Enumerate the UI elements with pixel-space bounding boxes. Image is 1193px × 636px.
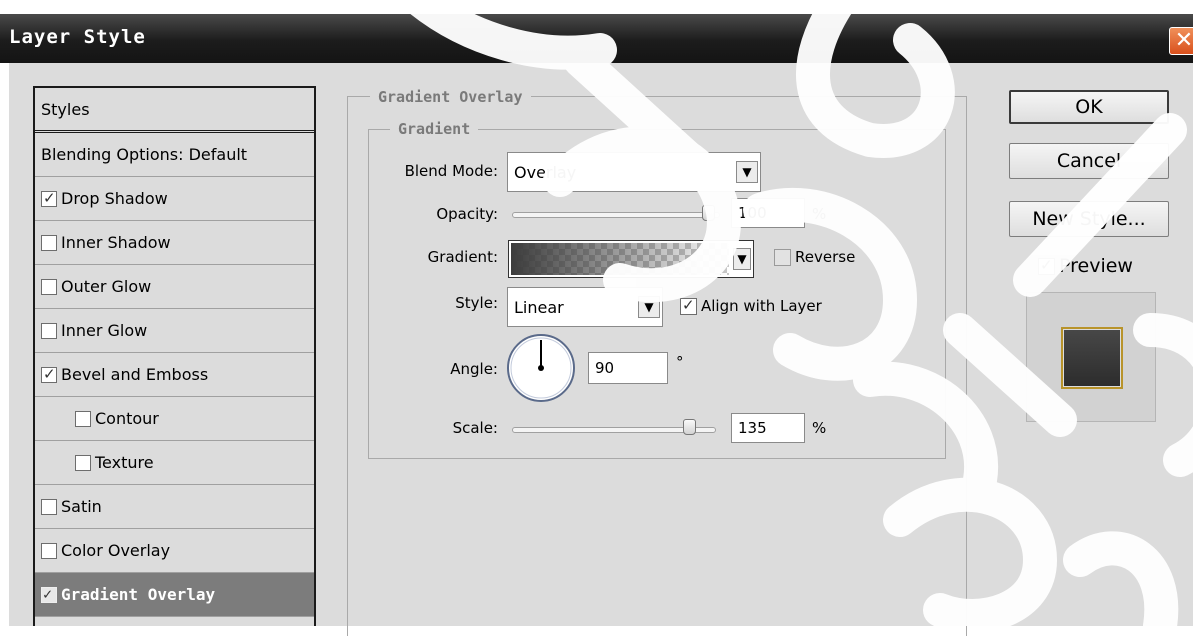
ok-button[interactable]: OK	[1009, 90, 1169, 124]
style-item-styles[interactable]: Styles	[35, 88, 314, 133]
chevron-down-icon[interactable]: ▼	[638, 296, 660, 318]
style-item-label: Color Overlay	[61, 541, 171, 560]
align-with-layer-row[interactable]: Align with Layer	[680, 296, 822, 315]
align-with-layer-label: Align with Layer	[701, 297, 822, 315]
style-item-satin[interactable]: Satin	[35, 485, 314, 529]
style-select[interactable]: Linear ▼	[507, 287, 663, 327]
style-item-drop-shadow[interactable]: Drop Shadow	[35, 177, 314, 221]
opacity-slider-thumb[interactable]	[702, 205, 715, 221]
scale-label: Scale:	[452, 419, 498, 437]
new-style-button[interactable]: New Style...	[1009, 201, 1169, 237]
checkbox-contour[interactable]	[75, 410, 91, 427]
angle-input[interactable]: 90	[588, 352, 668, 384]
checkbox-outer-glow[interactable]	[41, 278, 57, 295]
style-item-label: Gradient Overlay	[61, 585, 216, 604]
opacity-slider-track[interactable]	[512, 212, 720, 218]
chevron-down-icon[interactable]: ▼	[733, 248, 751, 270]
blend-mode-label: Blend Mode:	[404, 162, 498, 180]
style-preview	[1026, 292, 1156, 422]
style-item-inner-shadow[interactable]: Inner Shadow	[35, 221, 314, 265]
style-item-gradient-overlay[interactable]: Gradient Overlay	[35, 573, 314, 617]
checkbox-gradient-overlay[interactable]	[41, 585, 57, 603]
align-with-layer-checkbox[interactable]	[680, 296, 697, 315]
checkbox-bevel-and-emboss[interactable]	[41, 365, 57, 383]
opacity-label: Opacity:	[436, 205, 498, 223]
style-item-outer-glow[interactable]: Outer Glow	[35, 265, 314, 309]
scale-slider-thumb[interactable]	[683, 419, 696, 435]
preview-checkbox[interactable]	[1038, 256, 1055, 275]
blend-mode-select[interactable]: Overlay ▼	[507, 152, 761, 192]
blend-mode-value: Overlay	[514, 162, 577, 182]
style-item-color-overlay[interactable]: Color Overlay	[35, 529, 314, 573]
angle-unit: °	[676, 353, 684, 371]
gradient-swatch[interactable]	[511, 243, 729, 275]
checkbox-texture[interactable]	[75, 454, 91, 471]
style-item-label: Satin	[61, 497, 102, 516]
style-item-inner-glow[interactable]: Inner Glow	[35, 309, 314, 353]
style-value: Linear	[514, 297, 564, 317]
style-item-label: Outer Glow	[61, 277, 152, 296]
reverse-checkbox[interactable]	[774, 248, 791, 266]
style-item-label: Contour	[95, 409, 159, 428]
close-button[interactable]: ✕	[1169, 27, 1193, 55]
checkbox-drop-shadow[interactable]	[41, 189, 57, 207]
angle-dial[interactable]	[505, 332, 577, 404]
opacity-input[interactable]: 100	[731, 198, 805, 228]
checkbox-satin[interactable]	[41, 498, 57, 515]
title-bar	[0, 14, 1193, 63]
style-item-label: Styles	[41, 99, 90, 119]
dialog-title: Layer Style	[9, 26, 146, 48]
gradient-label: Gradient:	[427, 248, 498, 266]
style-item-bevel-and-emboss[interactable]: Bevel and Emboss	[35, 353, 314, 397]
chevron-down-icon[interactable]: ▼	[736, 161, 758, 183]
styles-list: Styles Blending Options: Default Drop Shad…	[33, 86, 316, 626]
gradient-picker[interactable]: ▼	[508, 240, 754, 278]
angle-label: Angle:	[450, 360, 498, 378]
checkbox-color-overlay[interactable]	[41, 542, 57, 559]
preview-label: Preview	[1059, 255, 1133, 277]
scale-input[interactable]: 135	[731, 413, 805, 443]
reverse-label: Reverse	[795, 248, 856, 266]
cancel-button[interactable]: Cancel	[1009, 143, 1169, 179]
style-item-label: Inner Shadow	[61, 233, 171, 252]
style-item-blending-options-default[interactable]: Blending Options: Default	[35, 133, 314, 177]
reverse-checkbox-row[interactable]: Reverse	[774, 248, 855, 266]
style-label: Style:	[455, 294, 498, 312]
scale-unit: %	[812, 419, 827, 437]
checkbox-inner-glow[interactable]	[41, 322, 57, 339]
opacity-unit: %	[812, 205, 827, 223]
style-item-contour[interactable]: Contour	[35, 397, 314, 441]
style-item-label: Inner Glow	[61, 321, 148, 340]
checkbox-inner-shadow[interactable]	[41, 234, 57, 251]
preview-swatch	[1061, 327, 1123, 389]
style-item-label: Texture	[95, 453, 154, 472]
preview-checkbox-row[interactable]: Preview	[1038, 255, 1133, 277]
style-item-label: Bevel and Emboss	[61, 365, 209, 384]
style-item-label: Drop Shadow	[61, 189, 168, 208]
style-item-label: Blending Options: Default	[41, 145, 248, 164]
style-item-texture[interactable]: Texture	[35, 441, 314, 485]
gradient-group-title: Gradient	[390, 120, 479, 138]
gradient-overlay-title: Gradient Overlay	[370, 88, 531, 106]
